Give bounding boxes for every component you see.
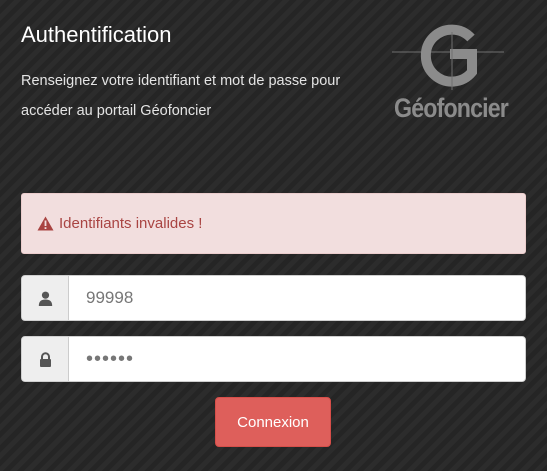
alert-message: Identifiants invalides ! bbox=[59, 215, 203, 232]
user-icon bbox=[38, 291, 52, 306]
password-group bbox=[21, 336, 526, 382]
page-title: Authentification bbox=[21, 22, 172, 47]
password-input[interactable] bbox=[69, 337, 525, 381]
logo-wordmark: Géofoncier bbox=[394, 93, 509, 123]
warning-triangle-icon bbox=[37, 216, 54, 231]
error-alert: Identifiants invalides ! bbox=[21, 193, 526, 254]
username-group bbox=[21, 275, 526, 321]
password-addon bbox=[22, 337, 69, 381]
page-subtitle: Renseignez votre identifiant et mot de p… bbox=[21, 73, 341, 119]
username-input[interactable] bbox=[69, 276, 525, 320]
lock-icon bbox=[39, 351, 51, 367]
username-addon bbox=[22, 276, 69, 320]
connexion-button[interactable]: Connexion bbox=[215, 397, 331, 447]
